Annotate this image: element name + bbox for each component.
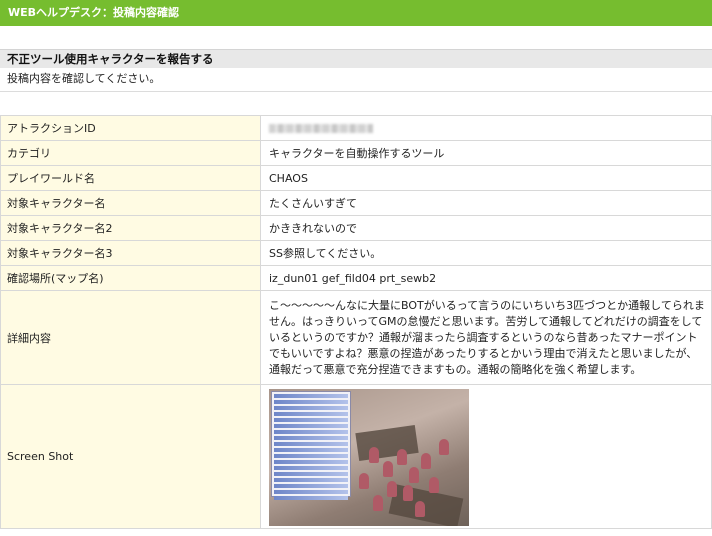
row-value: キャラクターを自動操作するツール [260, 140, 712, 166]
row-label: Screen Shot [0, 384, 261, 529]
page-header: WEBヘルプデスク：投稿内容確認 [0, 0, 712, 26]
row-label: プレイワールド名 [0, 165, 261, 191]
row-label: 確認場所(マップ名) [0, 265, 261, 291]
table-row: 対象キャラクター名2 かききれないので [0, 215, 712, 241]
table-row: 詳細内容 こ～～～～～んなに大量にBOTがいるって言うのにいちいち3匹づつとか通… [0, 290, 712, 385]
detail-text: こ～～～～～んなに大量にBOTがいるって言うのにいちいち3匹づつとか通報してられ… [269, 298, 705, 376]
row-label: アトラクションID [0, 115, 261, 141]
row-value: こ～～～～～んなに大量にBOTがいるって言うのにいちいち3匹づつとか通報してられ… [260, 290, 712, 385]
redacted-id [269, 124, 373, 133]
confirm-table: アトラクションID カテゴリ キャラクターを自動操作するツール プレイワールド名… [0, 115, 712, 529]
row-value [260, 115, 712, 141]
row-value [260, 384, 712, 529]
table-row: 対象キャラクター名3 SS参照してください。 [0, 240, 712, 266]
section-title: 不正ツール使用キャラクターを報告する [0, 49, 712, 68]
row-value: iz_dun01 gef_fild04 prt_sewb2 [260, 265, 712, 291]
row-label: 対象キャラクター名2 [0, 215, 261, 241]
table-row: 確認場所(マップ名) iz_dun01 gef_fild04 prt_sewb2 [0, 265, 712, 291]
table-row: プレイワールド名 CHAOS [0, 165, 712, 191]
section-note: 投稿内容を確認してください。 [0, 68, 712, 92]
row-value: かききれないので [260, 215, 712, 241]
row-label: カテゴリ [0, 140, 261, 166]
row-value: CHAOS [260, 165, 712, 191]
row-value: SS参照してください。 [260, 240, 712, 266]
row-label: 対象キャラクター名 [0, 190, 261, 216]
table-row: Screen Shot [0, 384, 712, 529]
section-note-text: 投稿内容を確認してください。 [7, 72, 161, 85]
table-row: アトラクションID [0, 115, 712, 141]
row-label: 対象キャラクター名3 [0, 240, 261, 266]
page-title: WEBヘルプデスク：投稿内容確認 [8, 6, 180, 19]
row-value: たくさんいすぎて [260, 190, 712, 216]
table-row: 対象キャラクター名 たくさんいすぎて [0, 190, 712, 216]
table-row: カテゴリ キャラクターを自動操作するツール [0, 140, 712, 166]
chat-window-icon [271, 390, 351, 500]
game-screenshot-image[interactable] [269, 388, 469, 526]
section-title-text: 不正ツール使用キャラクターを報告する [7, 52, 214, 66]
row-label: 詳細内容 [0, 290, 261, 385]
